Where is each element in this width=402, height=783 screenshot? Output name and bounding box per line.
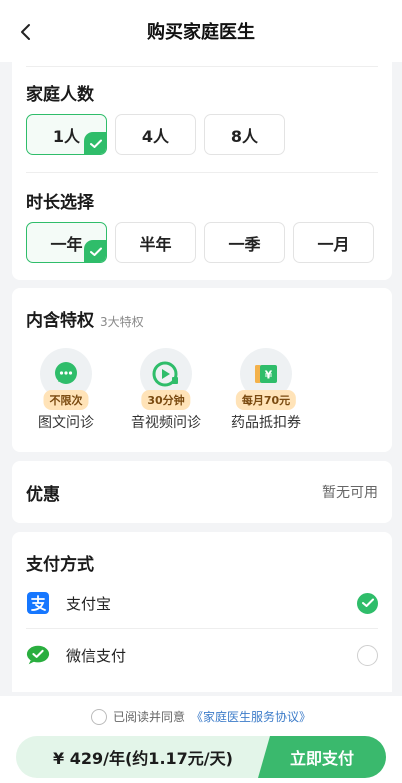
privilege-item[interactable]: ¥ 每月70元 药品抵扣券 — [226, 348, 306, 432]
family-size-options: 1人 4人 8人 — [26, 114, 285, 155]
family-size-title: 家庭人数 — [26, 85, 94, 105]
agreement-text: 已阅读并同意 — [112, 710, 185, 724]
divider — [26, 628, 378, 629]
plan-options-card: 家庭人数 1人 4人 8人 时长选择 一年 半年 一季 一月 — [12, 56, 392, 280]
divider — [26, 172, 378, 173]
duration-option-season[interactable]: 一季 — [204, 222, 285, 263]
chat-bubble-icon — [55, 362, 77, 384]
agreement-row: 已阅读并同意 《家庭医生服务协议》 — [0, 708, 402, 725]
agreement-checkbox[interactable] — [90, 708, 107, 725]
family-size-option-8[interactable]: 8人 — [204, 114, 285, 155]
top-bar: 购买家庭医生 — [0, 0, 402, 62]
divider — [26, 66, 378, 67]
duration-option-year[interactable]: 一年 — [26, 222, 107, 263]
privileges-card: 内含特权 3大特权 不限次 图文问诊 30分钟 音视频问诊 ¥ 每月70元 药品… — [12, 288, 392, 452]
pay-now-button[interactable]: 立即支付 — [258, 736, 386, 778]
payment-option-label: 微信支付 — [66, 646, 127, 665]
privilege-label: 药品抵扣券 — [231, 415, 301, 431]
family-size-option-4[interactable]: 4人 — [115, 114, 196, 155]
discount-title: 优惠 — [26, 484, 60, 505]
wechat-pay-icon — [26, 645, 50, 665]
pay-bar: ¥ 429/年(约1.17元/天) 立即支付 — [16, 736, 386, 778]
video-call-icon — [152, 361, 178, 387]
discount-row[interactable]: 优惠 暂无可用 — [12, 461, 392, 523]
agreement-link[interactable]: 《家庭医生服务协议》 — [191, 708, 311, 725]
payment-option-label: 支付宝 — [66, 594, 112, 613]
alipay-icon — [27, 592, 49, 614]
privilege-badge: 每月70元 — [235, 390, 297, 410]
privilege-item[interactable]: 不限次 图文问诊 — [26, 348, 106, 432]
privileges-subtitle: 3大特权 — [100, 315, 144, 329]
payment-title: 支付方式 — [26, 555, 94, 575]
svg-text:¥: ¥ — [265, 369, 273, 382]
checkout-bar: 已阅读并同意 《家庭医生服务协议》 ¥ 429/年(约1.17元/天) 立即支付 — [0, 696, 402, 783]
privilege-badge: 不限次 — [43, 390, 89, 410]
coupon-icon: ¥ — [255, 365, 277, 383]
selected-check-icon — [84, 132, 106, 154]
privilege-label: 图文问诊 — [38, 415, 94, 431]
duration-options: 一年 半年 一季 一月 — [26, 222, 374, 263]
privilege-badge: 30分钟 — [141, 390, 191, 410]
payment-option-alipay[interactable]: 支付宝 — [26, 578, 378, 628]
privileges-title: 内含特权 — [26, 311, 94, 331]
privilege-label: 音视频问诊 — [131, 415, 201, 431]
selected-check-icon — [84, 240, 106, 262]
privileges-header: 内含特权 3大特权 — [26, 306, 144, 331]
payment-method-card: 支付方式 支付宝 微信支付 — [12, 532, 392, 692]
price-label: ¥ 429/年(约1.17元/天) — [16, 736, 270, 778]
page-title: 购买家庭医生 — [147, 22, 255, 43]
family-size-option-1[interactable]: 1人 — [26, 114, 107, 155]
payment-option-wechat[interactable]: 微信支付 — [26, 630, 378, 680]
selected-check-icon[interactable] — [357, 592, 378, 614]
duration-option-half-year[interactable]: 半年 — [115, 222, 196, 263]
duration-title: 时长选择 — [26, 193, 94, 213]
chevron-left-icon — [21, 24, 30, 40]
back-button[interactable] — [14, 20, 36, 44]
privilege-item[interactable]: 30分钟 音视频问诊 — [126, 348, 206, 432]
duration-option-month[interactable]: 一月 — [293, 222, 374, 263]
discount-value: 暂无可用 — [322, 485, 378, 501]
radio-circle-icon[interactable] — [357, 644, 378, 666]
